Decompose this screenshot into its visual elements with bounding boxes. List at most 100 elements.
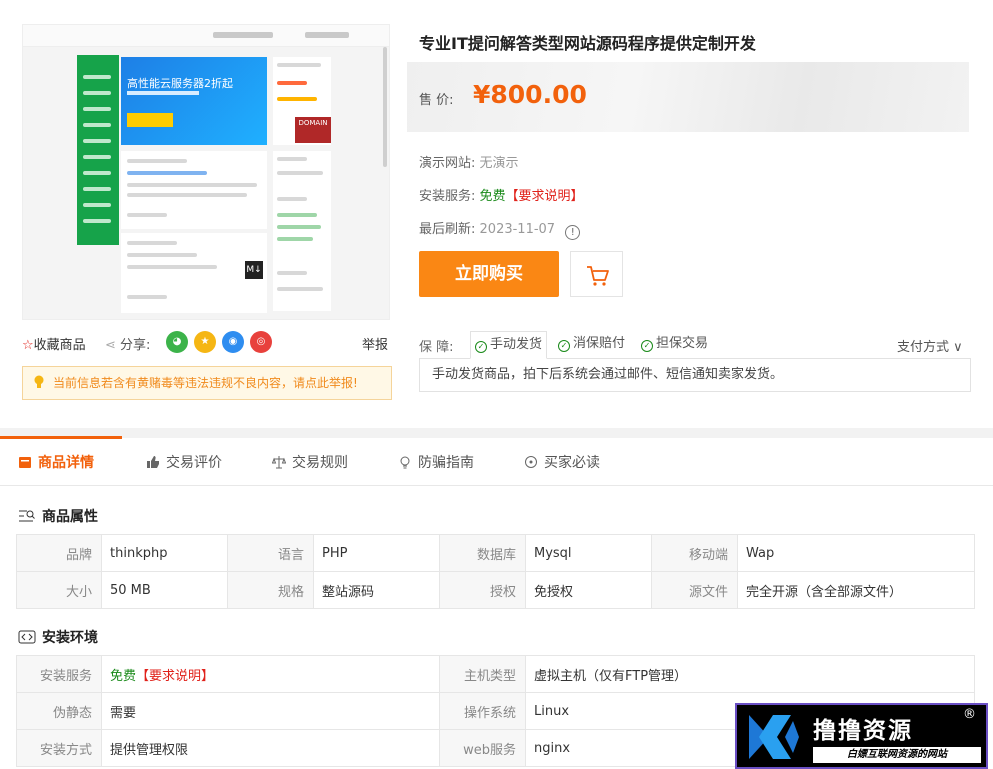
attr-value: 50 MB (101, 571, 228, 609)
install-requirement-link[interactable]: 【要求说明】 (506, 189, 584, 204)
refresh-label: 最后刷新: (419, 222, 476, 237)
watermark-slogan: 白嫖互联网资源的网站 (813, 747, 981, 763)
demo-value: 无演示 (479, 156, 519, 171)
attributes-title: 商品属性 (42, 509, 98, 525)
scale-icon (272, 456, 286, 469)
share-label-group: ⋖ 分享: (105, 334, 150, 353)
attr-value: 整站源码 (313, 571, 440, 609)
qzone-share-icon[interactable]: ★ (194, 331, 216, 353)
thumb-banner-text: 高性能云服务器2折起 (127, 77, 233, 90)
check-icon: ✓ (641, 340, 653, 352)
attr-key: 源文件 (651, 571, 738, 609)
attr-value: Wap (737, 534, 975, 572)
attr-key: 移动端 (651, 534, 738, 572)
tab-product-details[interactable]: 商品详情 (18, 452, 94, 472)
report-link[interactable]: 举报 (362, 334, 388, 353)
attributes-heading: 商品属性 (18, 506, 98, 526)
code-icon (18, 630, 36, 644)
guarantee-tab-escrow[interactable]: ✓ 担保交易 (637, 331, 712, 359)
share-label: 分享: (120, 338, 151, 353)
thumb-sidebar (77, 55, 119, 245)
tab-label: 防骗指南 (418, 455, 474, 471)
section-divider (0, 428, 993, 438)
lightbulb-icon (34, 375, 44, 388)
target-icon (525, 456, 537, 468)
tab-label: 商品详情 (38, 455, 94, 471)
attr-value: PHP (313, 534, 440, 572)
tab-label: 交易评价 (166, 455, 222, 471)
refresh-value: 2023-11-07 (479, 222, 556, 237)
document-icon (19, 457, 31, 468)
favorite-label: 收藏商品 (33, 338, 86, 353)
thumb-hot-list (273, 151, 331, 311)
info-icon[interactable]: ! (565, 225, 581, 240)
table-row: 大小 50 MB 规格 整站源码 授权 免授权 源文件 完全开源（含全部源文件） (16, 571, 975, 609)
check-icon: ✓ (475, 341, 487, 353)
registered-mark: ® (963, 707, 976, 722)
env-key: 操作系统 (439, 692, 526, 730)
add-to-cart-button[interactable] (570, 251, 623, 297)
table-row: 品牌 thinkphp 语言 PHP 数据库 Mysql 移动端 Wap (16, 534, 975, 572)
watermark-name: 撸撸资源 (813, 718, 913, 744)
lightbulb-outline-icon (400, 456, 410, 469)
install-row: 安装服务: 免费【要求说明】 (419, 185, 584, 204)
env-key: 伪静态 (16, 692, 102, 730)
thumb-scrollbar (383, 47, 387, 167)
guarantee-tab-manual[interactable]: ✓ 手动发货 (470, 331, 548, 359)
env-key: 安装服务 (16, 655, 102, 693)
guarantee-item-label: 消保赔付 (573, 336, 626, 351)
watermark-logo: 撸撸资源 ® 白嫖互联网资源的网站 (735, 703, 988, 769)
guarantee-label: 保 障: (419, 340, 454, 355)
attr-key: 授权 (439, 571, 526, 609)
env-value: 需要 (101, 692, 440, 730)
env-value: 免费【要求说明】 (101, 655, 440, 693)
demo-label: 演示网站: (419, 156, 476, 171)
thumbs-up-icon (147, 456, 159, 468)
buy-now-button[interactable]: 立即购买 (419, 251, 559, 297)
favorite-button[interactable]: ☆收藏商品 (22, 334, 86, 353)
env-key: 主机类型 (439, 655, 526, 693)
tab-buyer-notes[interactable]: 买家必读 (524, 452, 600, 472)
product-title: 专业IT提问解答类型网站源码程序提供定制开发 (419, 34, 756, 53)
qq-share-icon[interactable]: ◉ (222, 331, 244, 353)
tab-label: 交易规则 (292, 455, 348, 471)
payment-method-dropdown[interactable]: 支付方式 ∨ (897, 336, 963, 355)
markdown-icon: M↓ (245, 261, 263, 279)
guarantee-tab-compensation[interactable]: ✓ 消保赔付 (554, 331, 629, 359)
star-icon: ☆ (22, 338, 34, 353)
attr-key: 数据库 (439, 534, 526, 572)
product-image[interactable]: 高性能云服务器2折起 DOMAIN M↓ (22, 24, 390, 320)
demo-row: 演示网站: 无演示 (419, 152, 519, 171)
tab-label: 买家必读 (544, 455, 600, 471)
attr-value: 免授权 (525, 571, 652, 609)
report-notice[interactable]: 当前信息若含有黄赌毒等违法违规不良内容，请点此举报! (22, 366, 392, 400)
attr-key: 语言 (227, 534, 314, 572)
price-box: 售 价: ¥800.00 (407, 62, 969, 132)
table-row: 安装服务 免费【要求说明】 主机类型 虚拟主机（仅有FTP管理） (16, 655, 975, 693)
tab-reviews[interactable]: 交易评价 (146, 452, 222, 472)
wechat-share-icon[interactable]: ◕ (166, 331, 188, 353)
install-label: 安装服务: (419, 189, 476, 204)
install-value: 免费 (479, 189, 506, 204)
env-value: 提供管理权限 (101, 729, 440, 767)
chevron-down-icon: ∨ (949, 340, 963, 355)
share-icon: ⋖ (105, 338, 121, 353)
thumb-post-card (121, 151, 267, 229)
thumb-topbar (23, 25, 389, 47)
brand-logo-icon (749, 715, 799, 759)
payment-method-label: 支付方式 (897, 340, 950, 355)
tab-trade-rules[interactable]: 交易规则 (272, 452, 348, 472)
thumb-domain-ad: DOMAIN (295, 117, 331, 143)
tab-fraud-guide[interactable]: 防骗指南 (398, 452, 474, 472)
check-icon: ✓ (558, 340, 570, 352)
active-tab-indicator (0, 436, 122, 439)
env-key: web服务 (439, 729, 526, 767)
guarantee-description: 手动发货商品，拍下后系统会通过邮件、短信通知卖家发货。 (419, 358, 971, 392)
attr-key: 大小 (16, 571, 102, 609)
weibo-share-icon[interactable]: ◎ (250, 331, 272, 353)
environment-heading: 安装环境 (18, 627, 98, 647)
attr-value: Mysql (525, 534, 652, 572)
attr-key: 品牌 (16, 534, 102, 572)
attr-value: 完全开源（含全部源文件） (737, 571, 975, 609)
cart-icon (587, 266, 609, 286)
